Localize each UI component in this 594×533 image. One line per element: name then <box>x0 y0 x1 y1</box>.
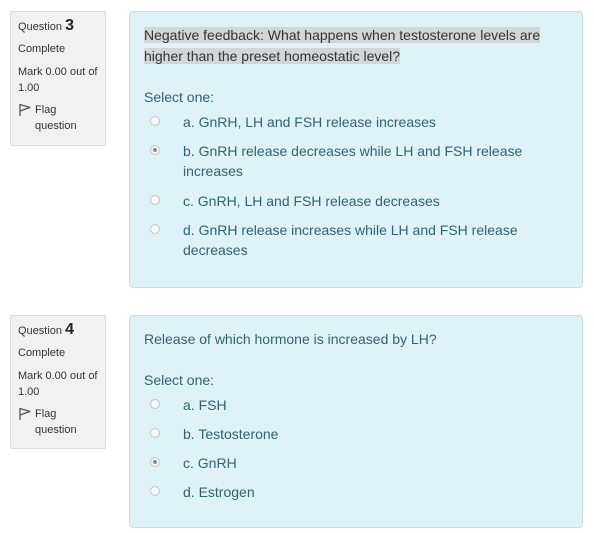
option-d-label: d. GnRH release increases while LH and F… <box>183 220 543 260</box>
question-label: Question <box>18 325 63 337</box>
option-b-label: b. GnRH release decreases while LH and F… <box>183 141 543 181</box>
question-state: Complete <box>18 347 66 359</box>
question-label: Question <box>18 21 63 33</box>
question-text-highlight: Negative feedback: What happens when tes… <box>144 27 541 64</box>
option-b-label: b. Testosterone <box>183 426 279 442</box>
flag-label: Flag question <box>35 104 77 132</box>
flag-icon <box>19 407 31 420</box>
option-a-label: a. GnRH, LH and FSH release increases <box>183 114 436 130</box>
question-number: Question 3 <box>18 18 98 35</box>
question-content: Release of which hormone is increased by… <box>129 315 583 528</box>
option-d-text: d. GnRH release increases while LH and F… <box>183 222 518 258</box>
option-a[interactable]: a. FSH <box>144 395 568 415</box>
select-one-prompt: Select one: <box>144 372 215 388</box>
answer-options: a. GnRH, LH and FSH release increases b.… <box>144 112 568 260</box>
flag-label: Flag question <box>35 408 77 436</box>
option-c-label: c. GnRH, LH and FSH release decreases <box>183 193 440 209</box>
question-number-value: 3 <box>65 17 74 34</box>
question-grade: Mark 0.00 out of 1.00 <box>18 370 98 398</box>
option-d-label: d. Estrogen <box>183 484 255 500</box>
select-one-prompt: Select one: <box>144 89 215 105</box>
question-text: Release of which hormone is increased by… <box>144 331 437 347</box>
radio-d[interactable] <box>150 486 160 496</box>
option-b[interactable]: b. GnRH release decreases while LH and F… <box>144 141 568 181</box>
question-info: Question 3 Complete Mark 0.00 out of 1.0… <box>10 11 106 146</box>
option-a-label: a. FSH <box>183 397 227 413</box>
option-c-label: c. GnRH <box>183 455 237 471</box>
radio-c[interactable] <box>150 457 160 467</box>
radio-b[interactable] <box>150 428 160 438</box>
option-b[interactable]: b. Testosterone <box>144 424 568 444</box>
flag-question-button[interactable]: Flag question <box>18 102 98 134</box>
option-d[interactable]: d. GnRH release increases while LH and F… <box>144 220 568 260</box>
question-text: Negative feedback: What happens when tes… <box>144 25 568 67</box>
option-c[interactable]: c. GnRH, LH and FSH release decreases <box>144 191 568 211</box>
flag-question-button[interactable]: Flag question <box>18 406 98 438</box>
radio-d[interactable] <box>150 224 160 234</box>
question-info: Question 4 Complete Mark 0.00 out of 1.0… <box>10 315 106 449</box>
question-state: Complete <box>18 43 66 55</box>
flag-icon <box>19 103 31 116</box>
radio-b[interactable] <box>150 145 160 155</box>
option-b-text: b. GnRH release decreases while LH and F… <box>183 143 523 179</box>
question-number-value: 4 <box>65 321 74 338</box>
question-number: Question 4 <box>18 322 98 339</box>
radio-a[interactable] <box>150 116 160 126</box>
option-c[interactable]: c. GnRH <box>144 453 568 473</box>
radio-a[interactable] <box>150 399 160 409</box>
option-d[interactable]: d. Estrogen <box>144 482 568 502</box>
answer-options: a. FSH b. Testosterone c. GnRH d. Estrog… <box>144 395 568 502</box>
radio-c[interactable] <box>150 195 160 205</box>
question-grade: Mark 0.00 out of 1.00 <box>18 66 98 94</box>
question-content: Negative feedback: What happens when tes… <box>129 11 583 288</box>
option-a[interactable]: a. GnRH, LH and FSH release increases <box>144 112 568 132</box>
